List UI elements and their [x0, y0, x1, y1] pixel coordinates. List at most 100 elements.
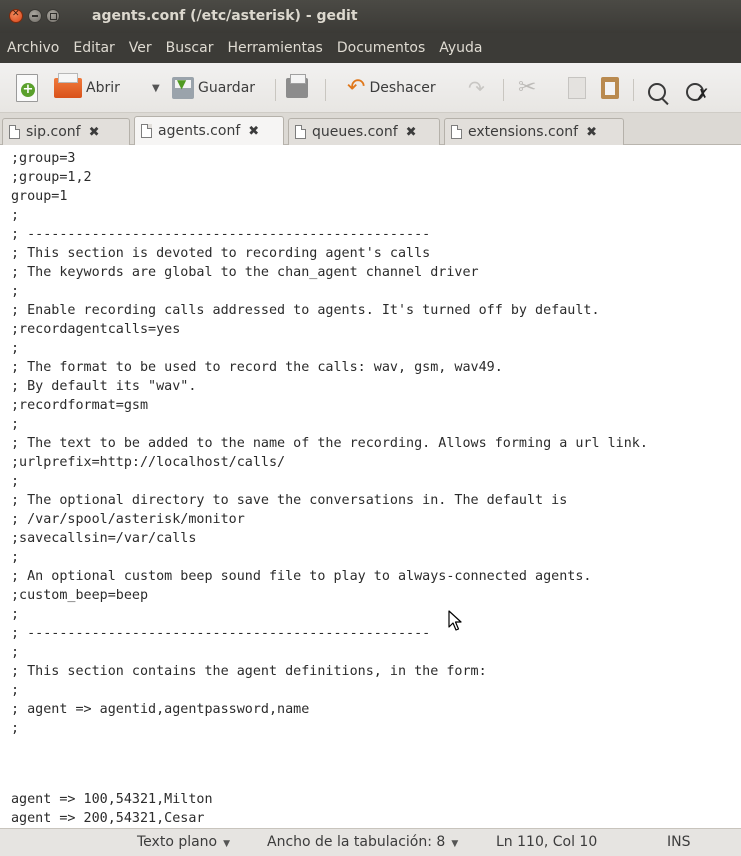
language-label: Texto plano [137, 834, 218, 850]
close-tab-icon[interactable]: ✖ [89, 125, 100, 140]
editor-line: ;custom_beep=beep [11, 588, 149, 603]
search-icon [648, 83, 666, 101]
save-label: Guardar [198, 80, 256, 96]
editor-line: ; [11, 284, 20, 299]
paste-button[interactable] [601, 73, 619, 103]
status-bar: Texto plano ▼ Ancho de la tabulación: 8 ▼ … [0, 828, 741, 856]
editor-line: ; By default its "wav". [11, 379, 197, 394]
editor-line: ; The format to be used to record the ca… [11, 360, 503, 375]
editor-line: ; Enable recording calls addressed to ag… [11, 303, 600, 318]
redo-button[interactable]: ↷ [468, 73, 485, 103]
find-button[interactable] [648, 77, 666, 107]
copy-button[interactable] [568, 73, 586, 103]
editor-line: ; --------------------------------------… [11, 626, 431, 641]
menu-documentos[interactable]: Documentos [335, 38, 427, 58]
save-icon [172, 77, 194, 99]
menu-editar[interactable]: Editar [71, 38, 116, 58]
cursor-position: Ln 110, Col 10 [496, 834, 598, 850]
document-icon [451, 125, 462, 139]
undo-arrow-icon: ↶ [347, 75, 366, 100]
editor-line: ; /var/spool/asterisk/monitor [11, 512, 245, 527]
title-bar: agents.conf (/etc/asterisk) - gedit [0, 0, 741, 33]
replace-button[interactable] [686, 77, 709, 107]
chevron-down-icon: ▼ [152, 82, 160, 94]
editor-line: ; The keywords are global to the chan_ag… [11, 265, 479, 280]
printer-icon [286, 74, 308, 98]
close-tab-icon[interactable]: ✖ [586, 125, 597, 140]
editor-line: ; [11, 208, 20, 223]
maximize-window-icon[interactable] [46, 9, 60, 23]
editor-line: ; The text to be added to the name of th… [11, 436, 648, 451]
editor-line: ; --------------------------------------… [11, 227, 431, 242]
text-editor[interactable]: ;group=3 ;group=1,2 group=1 ; ; --------… [0, 145, 741, 828]
minimize-window-icon[interactable] [28, 9, 42, 23]
editor-line: ;recordagentcalls=yes [11, 322, 181, 337]
editor-line: ; [11, 417, 20, 432]
editor-line: ; [11, 474, 20, 489]
editor-line: ; An optional custom beep sound file to … [11, 569, 592, 584]
toolbar: Abrir ▼ Guardar ↶ Deshacer ↷ ✂ [0, 63, 741, 113]
clipboard-icon [601, 77, 619, 99]
new-document-icon [16, 74, 38, 102]
document-icon [295, 125, 306, 139]
tab-sip-conf[interactable]: sip.conf ✖ [2, 118, 130, 145]
tab-label: agents.conf [158, 123, 241, 139]
undo-button[interactable]: ↶ Deshacer [347, 73, 436, 103]
document-icon [141, 124, 152, 138]
toolbar-separator [633, 79, 634, 101]
editor-line: group=1 [11, 189, 68, 204]
toolbar-separator [275, 79, 276, 101]
scissors-icon: ✂ [518, 75, 537, 100]
language-selector[interactable]: Texto plano ▼ [137, 834, 230, 850]
editor-line: ; This section contains the agent defini… [11, 664, 487, 679]
tab-agents-conf[interactable]: agents.conf ✖ [134, 116, 284, 145]
document-icon [9, 125, 20, 139]
open-folder-icon [54, 73, 82, 98]
chevron-down-icon: ▼ [223, 839, 231, 849]
chevron-down-icon: ▼ [451, 839, 459, 849]
editor-line: ; agent => agentid,agentpassword,name [11, 702, 310, 717]
print-button[interactable] [286, 73, 308, 103]
menu-ver[interactable]: Ver [127, 38, 154, 58]
editor-line: ;group=1,2 [11, 170, 92, 185]
tab-label: sip.conf [26, 124, 81, 140]
editor-line: ; [11, 683, 20, 698]
find-replace-icon [686, 83, 709, 104]
tab-width-label: Ancho de la tabulación: 8 [267, 834, 446, 850]
close-tab-icon[interactable]: ✖ [248, 124, 259, 139]
editor-line: ; [11, 721, 20, 736]
save-button[interactable]: Guardar [172, 73, 255, 103]
copy-icon [568, 77, 586, 99]
toolbar-separator [325, 79, 326, 101]
editor-line: ; [11, 607, 20, 622]
editor-line: ; The optional directory to save the con… [11, 493, 568, 508]
menu-herramientas[interactable]: Herramientas [225, 38, 324, 58]
cut-button[interactable]: ✂ [518, 73, 536, 103]
open-label: Abrir [86, 80, 120, 96]
open-button[interactable]: Abrir [54, 73, 120, 103]
new-button[interactable] [16, 73, 38, 103]
menu-ayuda[interactable]: Ayuda [437, 38, 484, 58]
window-title: agents.conf (/etc/asterisk) - gedit [92, 8, 358, 24]
menu-archivo[interactable]: Archivo [5, 38, 61, 58]
editor-line: ;group=3 [11, 151, 76, 166]
editor-line: ;recordformat=gsm [11, 398, 149, 413]
toolbar-separator [503, 79, 504, 101]
recent-files-dropdown[interactable]: ▼ [142, 73, 160, 103]
editor-line: ; This section is devoted to recording a… [11, 246, 431, 261]
menu-buscar[interactable]: Buscar [164, 38, 216, 58]
editor-line: agent => 200,54321,Cesar [11, 811, 205, 826]
tab-queues-conf[interactable]: queues.conf ✖ [288, 118, 440, 145]
tab-extensions-conf[interactable]: extensions.conf ✖ [444, 118, 624, 145]
editor-line: ; [11, 550, 20, 565]
document-tabs: sip.conf ✖ agents.conf ✖ queues.conf ✖ e… [0, 113, 741, 145]
editor-line: ; [11, 645, 20, 660]
tab-label: queues.conf [312, 124, 398, 140]
insert-mode: INS [667, 834, 691, 850]
menu-bar: Archivo Editar Ver Buscar Herramientas D… [0, 33, 741, 63]
mouse-pointer-icon [448, 610, 462, 631]
redo-arrow-icon: ↷ [468, 76, 485, 100]
close-window-icon[interactable] [9, 9, 23, 23]
close-tab-icon[interactable]: ✖ [406, 125, 417, 140]
tab-width-selector[interactable]: Ancho de la tabulación: 8 ▼ [267, 834, 458, 850]
